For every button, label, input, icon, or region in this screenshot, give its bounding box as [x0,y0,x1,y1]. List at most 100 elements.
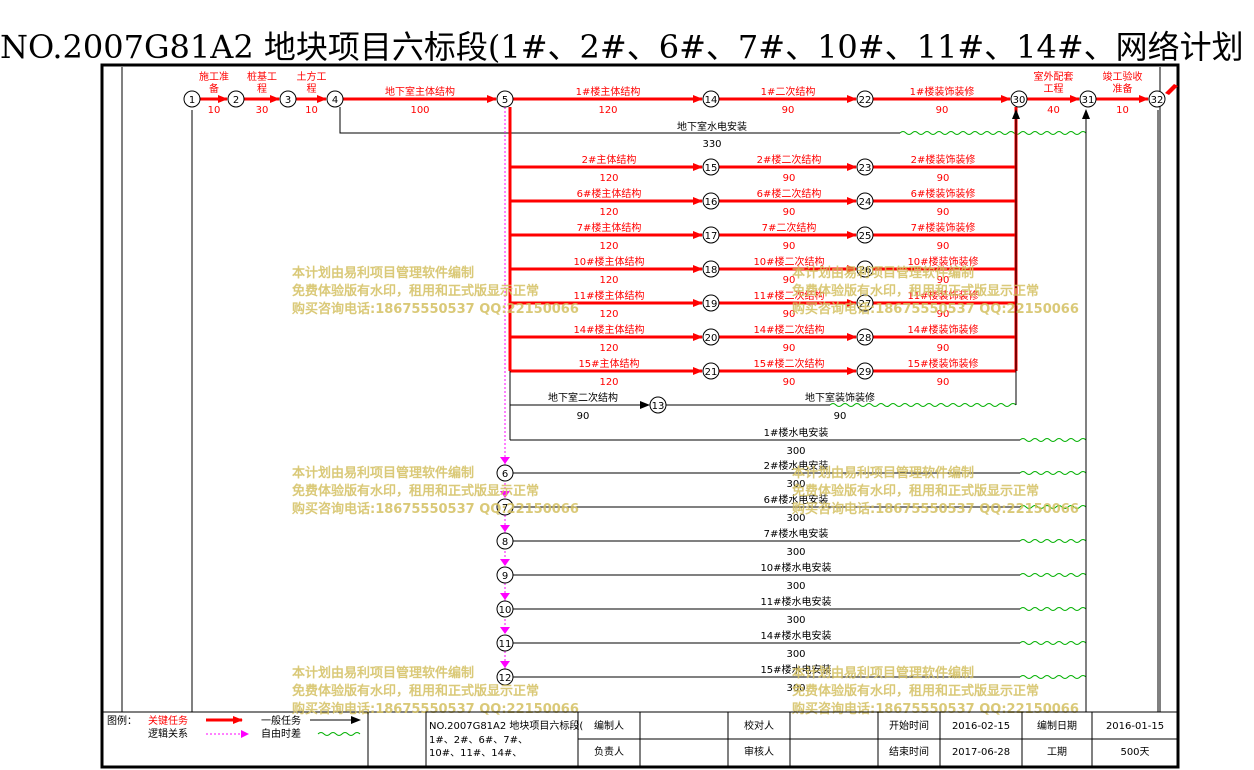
task-name: 10#楼水电安装 [760,561,831,574]
logic-arrowhead [500,627,510,634]
task-duration: 40 [1047,105,1060,116]
node-number: 6 [502,469,508,480]
node-number: 21 [705,367,718,378]
watermark-text: 购买咨询电话:18675550537 QQ:22150066 [292,501,579,517]
table-checker-label: 校对人 [744,719,774,732]
node-number: 5 [502,95,508,106]
task-name: 15#楼二次结构 [753,357,824,370]
task-duration: 90 [936,105,949,116]
legend-float-label: 自由时差 [261,727,301,740]
free-float-wavy [1019,607,1087,611]
node-number: 32 [1151,95,1164,106]
legend: 图例： 关键任务逻辑关系 一般任务自由时差 [107,712,369,767]
free-float-wavy [1019,675,1087,679]
table-compiler-label: 编制人 [594,719,624,732]
node-number: 31 [1082,95,1095,106]
task-name: 地下室装饰装修 [805,391,875,404]
task-name: 10#楼主体结构 [573,255,644,268]
watermark-text: 本计划由易利项目管理软件编制 [792,265,974,281]
task-name: 14#楼装饰装修 [907,323,978,336]
table-project-name: NO.2007G81A2 地块项目六标段( [429,719,583,732]
task-name: 程 [307,83,317,95]
task-duration: 300 [786,547,805,558]
task-duration: 100 [410,105,429,116]
task-duration: 120 [599,377,618,388]
task-name: 地下室水电安装 [677,120,747,133]
table-start-label: 开始时间 [889,719,929,732]
task-name: 1#二次结构 [761,85,816,98]
node-number: 22 [859,95,872,106]
legend-logic-label: 逻辑关系 [148,727,188,740]
task-name: 准备 [1113,82,1133,95]
task-name: 1#楼水电安装 [764,426,829,439]
legend-logic-head [241,730,249,738]
task-name: 11#楼水电安装 [760,595,831,608]
watermark-text: 免费体验版有水印，租用和正式版显示正常 [792,283,1039,299]
free-float-wavy [1019,573,1087,577]
logic-arrowhead [500,593,510,600]
task-duration: 300 [786,649,805,660]
task-name: 7#楼水电安装 [764,527,829,540]
node-number: 2 [233,95,239,106]
task-duration: 90 [834,411,847,422]
task-name: 2#主体结构 [582,153,637,166]
task-duration: 90 [782,105,795,116]
watermark-text: 购买咨询电话:18675550537 QQ:22150066 [292,701,579,717]
task-name: 施工准 [199,70,229,83]
task-duration: 300 [786,615,805,626]
logic-arrowhead [500,525,510,532]
table-period-label: 工期 [1047,746,1067,758]
task-name: 1#楼主体结构 [576,85,641,98]
watermark-text: 本计划由易利项目管理软件编制 [292,465,474,481]
task-labels: 施工准备 10 桩基工程 30 土方工程 10 地下室主体结构 100 1#楼主体结构 120 1#… [199,70,1143,694]
legend-float-wavy [317,732,361,736]
node-number: 16 [705,197,718,208]
task-name: 2#楼二次结构 [757,153,822,166]
watermark-text: 免费体验版有水印，租用和正式版显示正常 [792,483,1039,499]
watermark-text: 免费体验版有水印，租用和正式版显示正常 [292,483,539,499]
node-number: 11 [499,639,512,650]
logic-arrowhead [500,457,510,464]
task-duration: 90 [937,377,950,388]
task-duration: 120 [599,275,618,286]
end-flag [1165,84,1178,95]
network-diagram: 1 2 3 4 567891011121314151617181920212223242… [100,63,1180,769]
watermark-text: 购买咨询电话:18675550537 QQ:22150066 [792,301,1079,317]
task-name: 室外配套 [1034,70,1074,83]
task-duration: 90 [783,207,796,218]
task-name: 6#楼二次结构 [757,187,822,200]
watermark-text: 免费体验版有水印，租用和正式版显示正常 [792,683,1039,699]
logic-arrowhead [500,559,510,566]
task-duration: 90 [937,173,950,184]
task-name: 2#楼装饰装修 [911,153,976,166]
watermark-text: 本计划由易利项目管理软件编制 [792,665,974,681]
task-duration: 90 [577,411,590,422]
watermark-text: 本计划由易利项目管理软件编制 [292,265,474,281]
watermark-text: 本计划由易利项目管理软件编制 [792,465,974,481]
node-number: 3 [285,95,291,106]
node-number: 25 [859,231,872,242]
table-project-name: 1#、2#、6#、7#、 [429,735,528,746]
watermark-text: 本计划由易利项目管理软件编制 [292,665,474,681]
node-number: 18 [705,265,718,276]
node-number: 15 [705,163,718,174]
free-float-wavy [1019,641,1087,645]
table-date-label: 编制日期 [1037,719,1077,732]
task-duration: 10 [208,105,221,116]
node-number: 10 [499,605,512,616]
task-duration: 90 [783,241,796,252]
task-name: 6#楼主体结构 [577,187,642,200]
table-project-name: 10#、11#、14#、 [429,748,522,759]
task-name: 14#楼二次结构 [753,323,824,336]
node-number: 20 [705,333,718,344]
task-lines [200,84,1178,678]
task-name: 地下室主体结构 [385,85,455,98]
task-name: 桩基工 [247,70,277,83]
table-start-value: 2016-02-15 [952,721,1010,732]
node-number: 28 [859,333,872,344]
watermark-text: 购买咨询电话:18675550537 QQ:22150066 [792,501,1079,517]
table-end-value: 2017-06-28 [952,747,1010,758]
task-name: 15#楼装饰装修 [907,357,978,370]
task-duration: 120 [599,241,618,252]
task-name: 11#楼主体结构 [573,289,644,302]
